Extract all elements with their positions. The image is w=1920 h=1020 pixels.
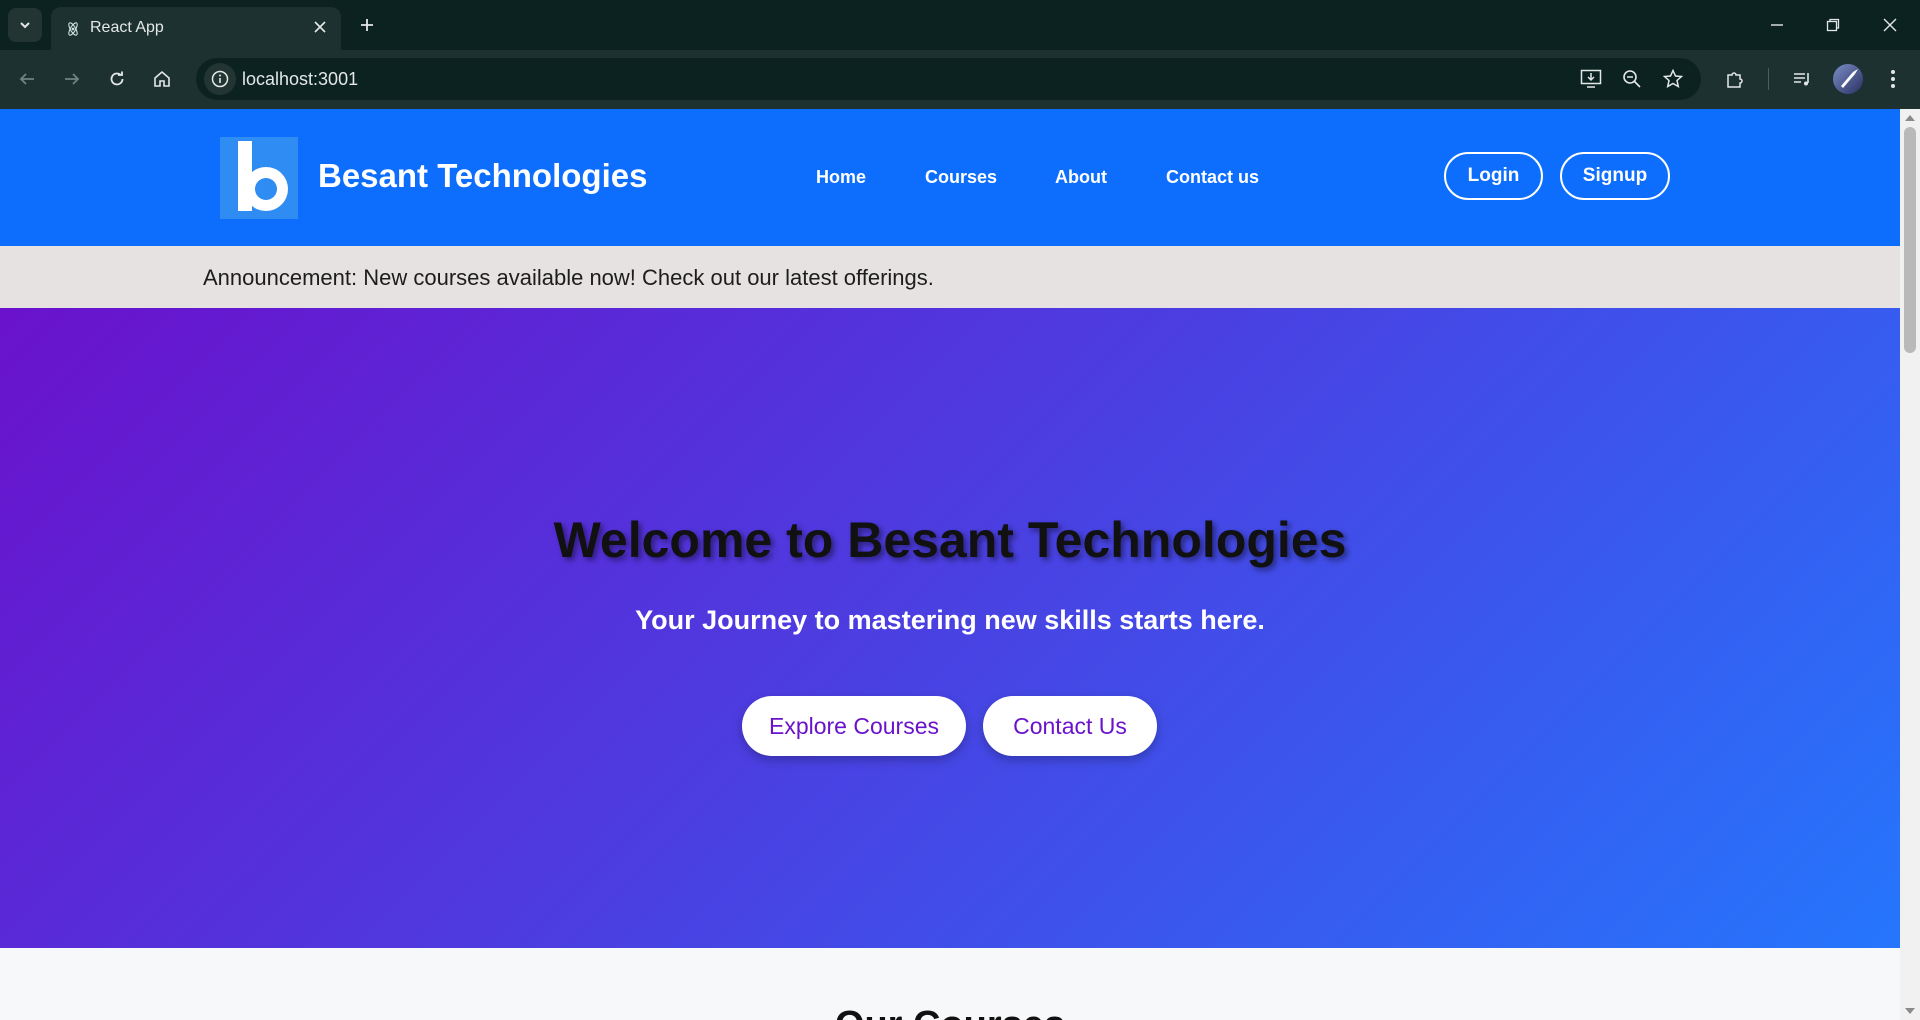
star-icon [1663,69,1683,88]
site-header: Besant Technologies Home Courses About C… [0,109,1900,246]
hero-title: Welcome to Besant Technologies [553,512,1347,568]
close-icon [314,21,326,33]
nav-about-link[interactable]: About [1055,167,1107,188]
brand-name[interactable]: Besant Technologies [318,157,647,195]
page-viewport: Besant Technologies Home Courses About C… [0,109,1900,1020]
more-vertical-icon [1891,70,1895,88]
back-button[interactable] [10,62,44,96]
extensions-button[interactable] [1718,62,1752,96]
scrollbar-thumb[interactable] [1904,127,1916,353]
courses-heading: Our Courses [0,1004,1900,1020]
tab-close-button[interactable] [309,16,331,38]
playlist-icon [1794,73,1809,86]
nav-courses-link[interactable]: Courses [925,167,997,188]
react-favicon-icon [68,22,78,36]
plus-icon [361,19,373,31]
scroll-up-arrow-icon[interactable] [1905,115,1915,121]
brand-logo[interactable] [220,137,298,219]
browser-tab[interactable]: React App [51,7,341,50]
address-bar[interactable]: localhost:3001 [196,58,1701,100]
install-icon [1580,69,1602,88]
toolbar-divider [1768,68,1769,90]
new-tab-button[interactable] [352,10,382,40]
signup-button[interactable]: Signup [1560,152,1670,200]
reload-button[interactable] [100,62,134,96]
nav-contact-link[interactable]: Contact us [1166,167,1259,188]
install-app-button[interactable] [1578,66,1604,92]
announcement-bar: Announcement: New courses available now!… [0,246,1900,308]
nav-home-link[interactable]: Home [816,167,866,188]
explore-courses-button[interactable]: Explore Courses [742,696,966,756]
contact-us-button[interactable]: Contact Us [983,696,1157,756]
scroll-down-arrow-icon[interactable] [1905,1008,1915,1014]
home-button[interactable] [145,62,179,96]
login-button[interactable]: Login [1444,152,1543,200]
url-text[interactable]: localhost:3001 [242,69,358,90]
hero-subtitle: Your Journey to mastering new skills sta… [635,605,1265,635]
tab-title: React App [90,19,164,36]
restore-button[interactable] [1813,8,1853,42]
browser-tab-strip: React App [0,0,1920,50]
puzzle-icon [1727,72,1743,88]
zoom-button[interactable] [1619,66,1645,92]
browser-toolbar: localhost:3001 [0,50,1920,109]
forward-button[interactable] [55,62,89,96]
hero-section: Welcome to Besant Technologies Your Jour… [0,308,1900,948]
logo-b-icon [238,141,288,211]
site-info-button[interactable] [204,63,236,95]
info-icon [211,70,229,88]
bookmark-button[interactable] [1660,66,1686,92]
minimize-icon [1771,24,1783,26]
profile-avatar[interactable] [1833,64,1863,94]
page-scrollbar[interactable] [1900,109,1920,1020]
profile-rocket-icon [1841,69,1858,88]
arrow-right-icon [65,73,80,85]
announcement-text: Announcement: New courses available now!… [203,265,934,290]
close-window-button[interactable] [1870,8,1910,42]
browser-menu-button[interactable] [1876,62,1910,96]
close-icon [1883,18,1897,32]
minimize-button[interactable] [1757,8,1797,42]
reload-icon [110,71,124,86]
restore-icon [1826,18,1840,32]
home-icon [154,70,170,87]
tab-search-button[interactable] [8,8,42,42]
arrow-left-icon [19,73,34,85]
media-control-button[interactable] [1785,62,1819,96]
chevron-down-icon [20,22,30,29]
zoom-out-icon [1623,70,1641,88]
